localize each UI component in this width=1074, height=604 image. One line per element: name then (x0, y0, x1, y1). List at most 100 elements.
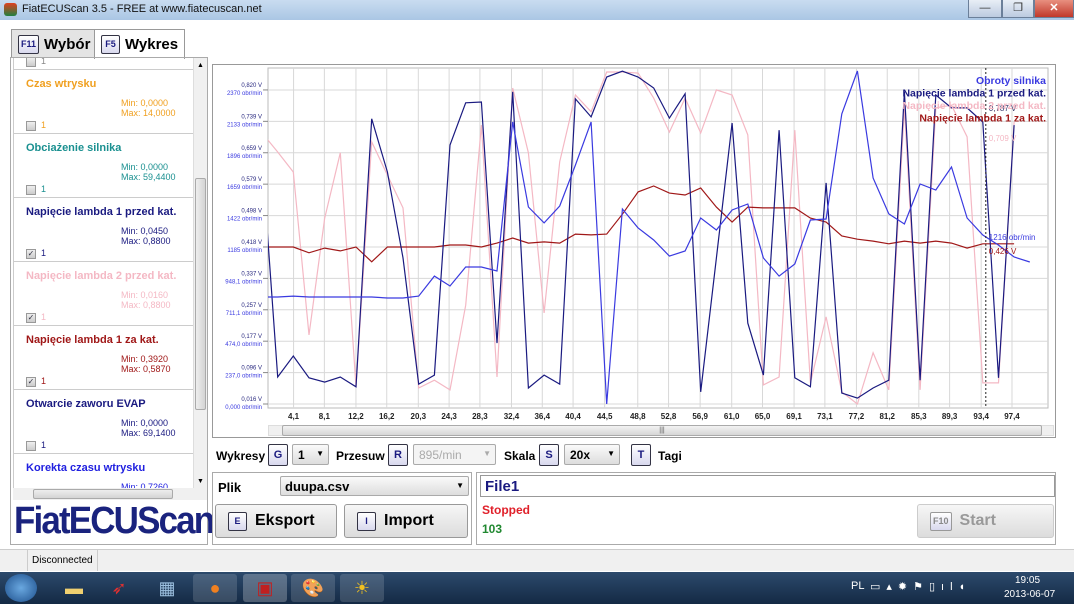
y-tick-label-rpm: 0,000 obr/min (225, 405, 262, 411)
tab-label: Wybór (44, 35, 91, 53)
sensor-item[interactable]: Korekta czasu wtrysku Min: 0,7260 (14, 454, 193, 488)
x-tick-label: 20,3 (411, 412, 427, 421)
x-tick-label: 4,1 (288, 412, 300, 421)
tab-wybor[interactable]: F11 Wybór (11, 29, 98, 58)
tagi-label: Tagi (658, 449, 682, 463)
explorer-icon[interactable]: ▬ (52, 574, 96, 602)
y-tick-label-v: 0,096 V (241, 366, 262, 372)
x-tick-label: 73,1 (817, 412, 833, 421)
sensor-item[interactable]: Obciażenie silnika Min: 0,0000 Max: 59,4… (14, 134, 193, 198)
scroll-up-arrow-icon[interactable]: ▲ (197, 62, 204, 69)
wykresy-key-button[interactable]: G (268, 444, 288, 466)
start-button[interactable]: F10 Start (917, 504, 1054, 538)
x-tick-label: 8,1 (319, 412, 331, 421)
legend-entry: Obroty silnika (976, 75, 1046, 87)
sensor-item[interactable]: Otwarcie zaworu EVAP Min: 0,0000 Max: 69… (14, 390, 193, 454)
sensor-item[interactable]: Napięcie lambda 1 za kat. Min: 0,3920 Ma… (14, 326, 193, 390)
paint-icon[interactable]: 🎨 (291, 574, 335, 602)
sensor-count: 1 (41, 440, 47, 450)
sensor-item[interactable]: Napięcie lambda 1 przed kat. Min: 0,0450… (14, 198, 193, 262)
eksport-button[interactable]: E Eksport (215, 504, 337, 538)
x-tick-label: 40,4 (565, 412, 581, 421)
sensor-checkbox[interactable] (26, 441, 36, 451)
f5-key-icon: F5 (101, 35, 120, 54)
sensor-max: Max: 69,1400 (121, 428, 176, 438)
scroll-down-arrow-icon[interactable]: ▼ (197, 478, 204, 485)
clock-time[interactable]: 19:05 (1015, 575, 1040, 586)
sensor-checkbox[interactable] (26, 58, 36, 67)
close-button[interactable]: ✕ (1034, 0, 1074, 18)
y-tick-label-v: 0,739 V (241, 114, 262, 120)
sensor-checkbox[interactable] (26, 121, 36, 131)
vscroll-thumb[interactable] (195, 178, 206, 410)
y-tick-label-rpm: 1185 obr/min (227, 248, 262, 254)
start-orb-icon[interactable] (5, 574, 37, 602)
hscroll-thumb[interactable] (33, 489, 173, 499)
file-select[interactable]: duupa.csv ▼ (280, 476, 469, 496)
przesuw-label: Przesuw (336, 449, 385, 463)
eksport-label: Eksport (255, 512, 315, 529)
y-tick-label-rpm: 711,1 obr/min (226, 311, 262, 317)
clock-date[interactable]: 2013-06-07 (1004, 589, 1055, 600)
skala-key-button[interactable]: S (539, 444, 559, 466)
y-tick-label-rpm: 474,0 obr/min (225, 342, 262, 348)
chart-hscroll-thumb[interactable]: ||| (282, 425, 1042, 436)
skala-select[interactable]: 20x ▼ (564, 444, 620, 465)
przesuw-key-button[interactable]: R (388, 444, 408, 466)
f11-key-icon: F11 (18, 34, 40, 54)
cursor-value-label: 0,426 V (989, 247, 1017, 256)
status-bar: Disconnected (0, 549, 1074, 571)
chevron-down-icon: ▼ (483, 449, 491, 458)
fiatecuscan-taskbar-icon[interactable]: ▣ (243, 574, 287, 602)
y-tick-label-v: 0,016 V (241, 397, 262, 403)
sensor-name: Czas wtrysku (26, 78, 97, 90)
minimize-button[interactable]: — (968, 0, 1002, 18)
maximize-button[interactable]: ❐ (1002, 0, 1034, 18)
sun-app-icon[interactable]: ☀ (340, 574, 384, 602)
tagi-key-button[interactable]: T (631, 444, 651, 466)
e-key-icon: E (228, 511, 247, 531)
przesuw-select[interactable]: 895/min ▼ (413, 444, 496, 465)
plik-label: Plik (218, 480, 242, 495)
x-tick-label: 28,3 (472, 412, 488, 421)
import-button[interactable]: I Import (344, 504, 468, 538)
skala-label: Skala (504, 449, 536, 463)
x-tick-label: 12,2 (348, 412, 364, 421)
przesuw-value: 895/min (419, 448, 462, 462)
sensor-list: 1 Czas wtrysku Min: 0,0000 Max: 14,0000 1… (13, 58, 193, 488)
sensor-min: Min: 0,0000 (121, 162, 169, 172)
sensor-max: Max: 14,0000 (121, 108, 176, 118)
sensor-count: 1 (41, 120, 47, 130)
tray-icons[interactable]: ▭▴✹⚑▯ıl◖ (870, 580, 971, 593)
sensor-name: Napięcie lambda 1 przed kat. (26, 206, 177, 218)
x-tick-label: 24,3 (441, 412, 457, 421)
file-name-field[interactable]: File1 (480, 475, 1055, 497)
sensor-item[interactable]: Czas wtrysku Min: 0,0000 Max: 14,0000 1 (14, 70, 193, 134)
sensor-checkbox[interactable]: ✓ (26, 313, 36, 323)
wykresy-value: 1 (298, 448, 305, 462)
sensor-item[interactable]: 1 (14, 58, 193, 70)
sensor-checkbox[interactable] (26, 185, 36, 195)
sensor-name: Obciażenie silnika (26, 142, 122, 154)
tab-wykres[interactable]: F5 Wykres (94, 29, 186, 59)
firefox-icon[interactable]: ● (193, 574, 237, 602)
y-tick-label-v: 0,498 V (241, 209, 262, 215)
sensor-checkbox[interactable]: ✓ (26, 377, 36, 387)
calculator-icon[interactable]: ▦ (145, 574, 189, 602)
sensor-item[interactable]: Napięcie lambda 2 przed kat. Min: 0,0160… (14, 262, 193, 326)
y-tick-label-v: 0,820 V (241, 83, 262, 89)
title-bar: FiatECUScan 3.5 - FREE at www.fiatecusca… (0, 0, 1074, 20)
sensor-count: 1 (41, 58, 47, 66)
x-tick-label: 16,2 (379, 412, 395, 421)
app-red-bird-icon[interactable]: ➶ (97, 574, 141, 602)
sensor-count: 1 (41, 248, 47, 258)
sensor-checkbox[interactable]: ✓ (26, 249, 36, 259)
cursor-value-label: 0,709 V (989, 134, 1017, 143)
chevron-down-icon: ▼ (316, 449, 324, 458)
y-tick-label-v: 0,659 V (241, 146, 262, 152)
chart[interactable]: 4,1 8,1 12,2 16,2 20,3 24,3 28,3 32,4 36,4 40,4 44… (212, 64, 1056, 438)
y-tick-label-v: 0,177 V (241, 334, 262, 340)
language-indicator[interactable]: PL (851, 580, 864, 592)
wykresy-select[interactable]: 1 ▼ (292, 444, 329, 465)
y-tick-label-rpm: 1896 obr/min (227, 154, 262, 160)
